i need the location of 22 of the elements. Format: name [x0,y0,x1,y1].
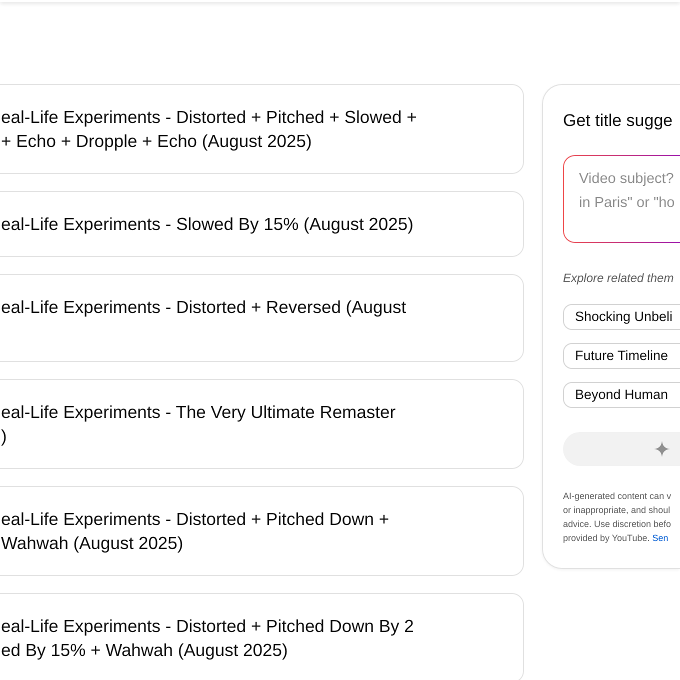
video-card[interactable]: eal-Life Experiments - Slowed By 15% (August 2025) [0,191,524,257]
generate-button[interactable] [563,432,680,466]
sparkle-icon [654,441,670,457]
theme-chip[interactable]: Shocking Unbeli [563,304,680,330]
video-title: eal-Life Experiments - Distorted + Pitched Down By 2 ed By 15% + Wahwah (August 2025) [1,615,414,662]
theme-chip[interactable]: Beyond Human [563,382,680,408]
video-card[interactable]: eal-Life Experiments - The Very Ultimate Remaster ) [0,379,524,469]
video-subject-field[interactable]: Video subject? in Paris" or "ho [563,155,680,243]
video-title: eal-Life Experiments - Distorted + Reversed (August [1,296,406,319]
video-card[interactable]: eal-Life Experiments - Distorted + Reversed (August [0,274,524,362]
themes-label: Explore related them [563,270,674,286]
disclaimer-text: AI-generated content can v or inappropriate, and shoul advice. Use discretion befo provided by YouTube. Sen [563,490,672,545]
theme-chip[interactable]: Future Timeline [563,343,680,369]
video-title: eal-Life Experiments - Slowed By 15% (August 2025) [1,213,414,236]
panel-title: Get title sugge [563,110,673,132]
video-title: eal-Life Experiments - The Very Ultimate Remaster ) [1,401,396,448]
video-card[interactable]: eal-Life Experiments - Distorted + Pitched + Slowed + + Echo + Dropple + Echo (August 2025) [0,84,524,174]
feedback-link[interactable]: Sen [652,533,668,543]
video-title: eal-Life Experiments - Distorted + Pitched Down + Wahwah (August 2025) [1,508,390,555]
video-card[interactable]: eal-Life Experiments - Distorted + Pitched Down + Wahwah (August 2025) [0,486,524,576]
video-title: eal-Life Experiments - Distorted + Pitched + Slowed + + Echo + Dropple + Echo (August 2025) [1,106,417,153]
video-card[interactable]: eal-Life Experiments - Distorted + Pitched Down By 2 ed By 15% + Wahwah (August 2025) [0,593,524,680]
